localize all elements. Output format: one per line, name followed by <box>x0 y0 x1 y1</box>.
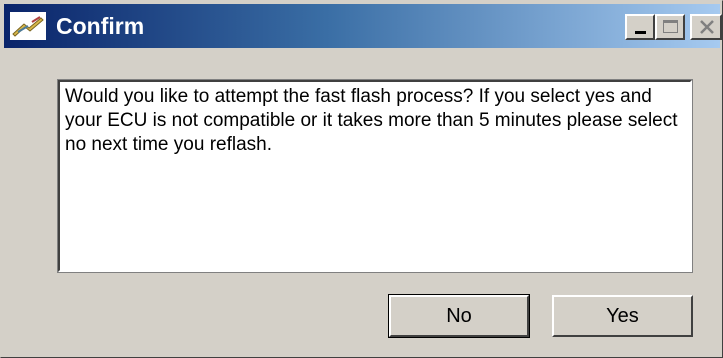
no-button[interactable]: No <box>388 294 530 338</box>
close-icon <box>700 20 714 34</box>
maximize-icon <box>663 20 678 33</box>
message-box: Would you like to attempt the fast flash… <box>57 79 693 273</box>
message-text: Would you like to attempt the fast flash… <box>65 86 678 155</box>
title-bar[interactable]: Confirm <box>4 4 722 48</box>
yes-button[interactable]: Yes <box>552 295 693 337</box>
flash-icon <box>10 12 46 40</box>
minimize-icon <box>635 31 646 34</box>
close-button <box>690 14 722 40</box>
maximize-button <box>655 14 685 40</box>
window-title: Confirm <box>56 13 145 39</box>
confirm-dialog: Confirm Would you like to attempt the fa… <box>0 0 723 358</box>
minimize-button[interactable] <box>625 14 655 40</box>
